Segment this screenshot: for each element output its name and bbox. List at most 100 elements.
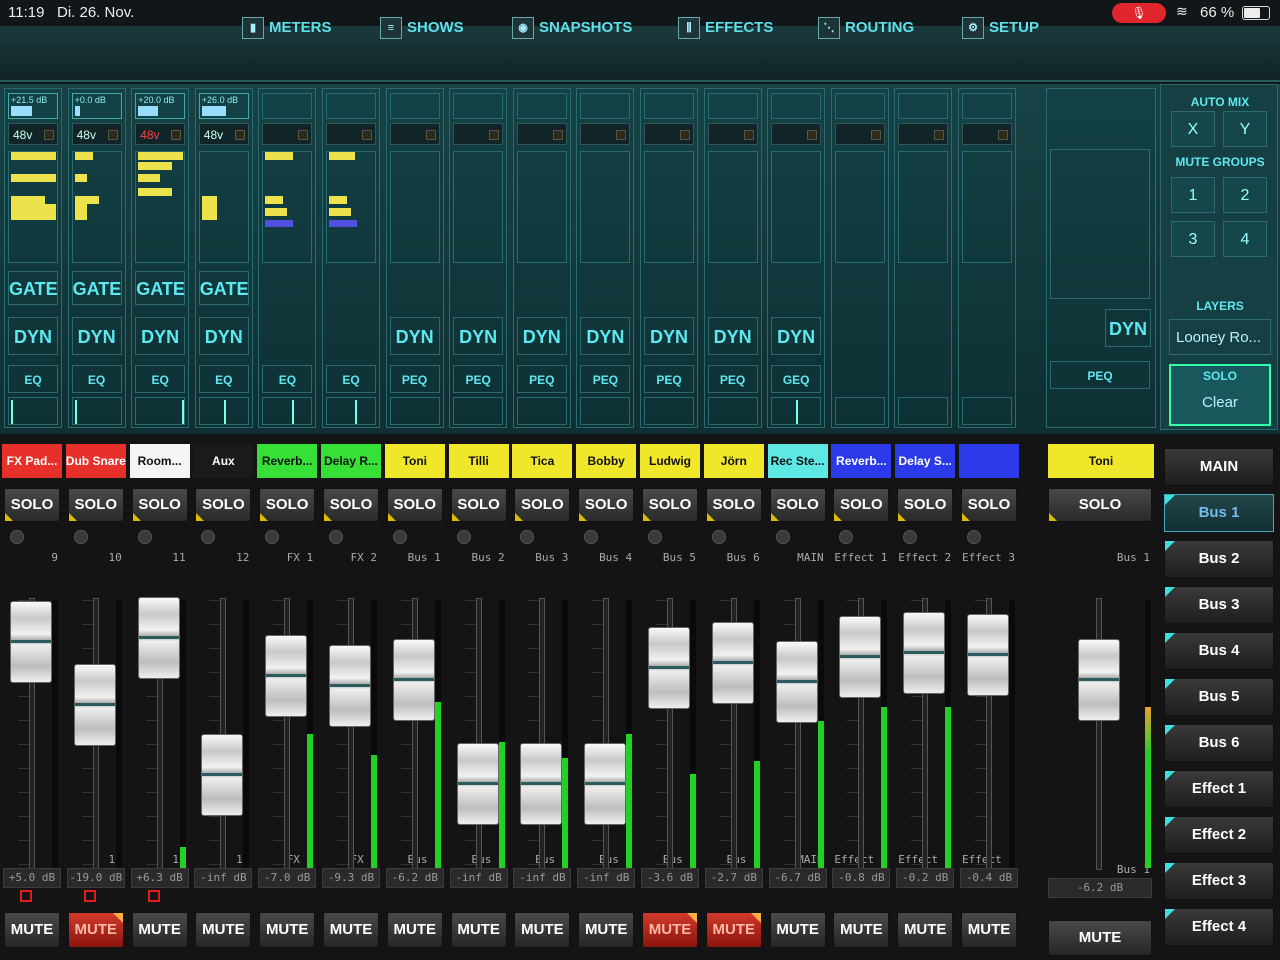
- pan-knob[interactable]: [392, 530, 407, 544]
- gain-control[interactable]: +26.0 dB: [198, 93, 249, 119]
- dynamics-button[interactable]: DYN: [389, 317, 440, 355]
- channel-name-label[interactable]: Tilli: [448, 444, 509, 478]
- channel-fader[interactable]: [201, 733, 244, 816]
- nav-setup-button[interactable]: ⚙ SETUP: [962, 14, 1039, 42]
- polarity-indicator[interactable]: [171, 130, 182, 140]
- dynamics-button[interactable]: DYN: [453, 317, 504, 355]
- channel-fader[interactable]: [520, 743, 563, 826]
- channel-select-indicator[interactable]: [20, 890, 32, 902]
- dynamics-button[interactable]: DYN: [580, 317, 631, 355]
- nav-shows-button[interactable]: ≡ SHOWS: [380, 14, 464, 42]
- bus-bus-6-button[interactable]: Bus 6: [1164, 724, 1274, 762]
- pan-control[interactable]: [771, 397, 822, 425]
- eq-button[interactable]: GEQ: [771, 365, 822, 393]
- pan-control[interactable]: [962, 397, 1012, 425]
- automix-x-button[interactable]: X: [1171, 111, 1215, 147]
- solo-button[interactable]: SOLO: [67, 488, 124, 522]
- eq-button[interactable]: EQ: [71, 365, 122, 393]
- bus-effect-4-button[interactable]: Effect 4: [1164, 908, 1274, 946]
- gain-control[interactable]: [962, 93, 1012, 119]
- phantom-power-toggle[interactable]: [326, 123, 376, 145]
- phantom-power-toggle[interactable]: 48v: [198, 123, 249, 145]
- channel-name-label[interactable]: Toni: [384, 444, 445, 478]
- mute-button[interactable]: MUTE: [642, 912, 698, 948]
- mute-group-2-button[interactable]: 2: [1223, 177, 1267, 213]
- gate-button[interactable]: GATE: [8, 271, 58, 305]
- dynamics-button[interactable]: DYN: [707, 317, 758, 355]
- polarity-indicator[interactable]: [552, 130, 563, 140]
- polarity-indicator[interactable]: [616, 130, 627, 140]
- channel-name-label[interactable]: Room...: [129, 444, 190, 478]
- pan-knob[interactable]: [967, 530, 981, 544]
- channel-select-indicator[interactable]: [83, 890, 96, 902]
- solo-button[interactable]: SOLO: [769, 488, 826, 522]
- nav-routing-button[interactable]: ⋱ ROUTING: [818, 14, 914, 42]
- solo-button[interactable]: SOLO: [514, 488, 571, 522]
- solo-button[interactable]: SOLO: [833, 488, 890, 522]
- automix-y-button[interactable]: Y: [1223, 111, 1267, 147]
- master-dynamics-button[interactable]: DYN: [1105, 309, 1151, 347]
- gain-control[interactable]: [707, 93, 758, 119]
- gain-control[interactable]: +0.0 dB: [71, 93, 122, 119]
- polarity-indicator[interactable]: [807, 130, 818, 140]
- channel-fader[interactable]: [775, 640, 818, 723]
- pan-control[interactable]: [198, 397, 249, 425]
- phantom-power-toggle[interactable]: [262, 123, 313, 145]
- polarity-indicator[interactable]: [234, 130, 245, 140]
- eq-button[interactable]: PEQ: [516, 365, 567, 393]
- pan-control[interactable]: [453, 397, 504, 425]
- phantom-power-toggle[interactable]: [389, 123, 440, 145]
- channel-name-label[interactable]: Dub Snare: [65, 444, 126, 478]
- pan-knob[interactable]: [456, 530, 471, 544]
- polarity-indicator[interactable]: [425, 130, 436, 140]
- phantom-power-toggle[interactable]: [644, 123, 694, 145]
- pan-control[interactable]: [516, 397, 567, 425]
- bus-bus-5-button[interactable]: Bus 5: [1164, 678, 1274, 716]
- pan-knob[interactable]: [10, 530, 24, 544]
- pan-knob[interactable]: [137, 530, 152, 544]
- polarity-indicator[interactable]: [489, 130, 500, 140]
- eq-button[interactable]: PEQ: [707, 365, 758, 393]
- polarity-indicator[interactable]: [298, 130, 309, 140]
- gain-control[interactable]: [516, 93, 567, 119]
- solo-button[interactable]: SOLO: [705, 488, 762, 522]
- eq-button[interactable]: EQ: [262, 365, 313, 393]
- eq-button[interactable]: PEQ: [644, 365, 694, 393]
- eq-button[interactable]: PEQ: [389, 365, 440, 393]
- channel-name-label[interactable]: Delay S...: [895, 444, 956, 478]
- mute-button[interactable]: MUTE: [131, 912, 188, 948]
- solo-button[interactable]: SOLO: [450, 488, 507, 522]
- pan-control[interactable]: [262, 397, 313, 425]
- channel-select-indicator[interactable]: [147, 890, 160, 902]
- solo-button[interactable]: SOLO: [131, 488, 188, 522]
- gain-control[interactable]: [580, 93, 631, 119]
- gain-control[interactable]: [644, 93, 694, 119]
- master-mute-button[interactable]: MUTE: [1048, 920, 1152, 956]
- phantom-power-toggle[interactable]: [516, 123, 567, 145]
- channel-fader[interactable]: [456, 743, 499, 826]
- channel-fader[interactable]: [392, 638, 435, 721]
- channel-fader[interactable]: [329, 644, 371, 727]
- solo-button[interactable]: SOLO: [961, 488, 1017, 522]
- channel-fader[interactable]: [73, 663, 116, 746]
- pan-control[interactable]: [135, 397, 186, 425]
- eq-button[interactable]: EQ: [326, 365, 376, 393]
- solo-clear-button[interactable]: SOLO Clear: [1169, 364, 1271, 426]
- layer-selector[interactable]: Looney Ro...: [1169, 319, 1271, 355]
- dynamics-button[interactable]: DYN: [644, 317, 694, 355]
- phantom-power-toggle[interactable]: [453, 123, 504, 145]
- mute-button[interactable]: MUTE: [833, 912, 890, 948]
- channel-name-label[interactable]: Rec Ste...: [767, 444, 828, 478]
- pan-knob[interactable]: [711, 530, 726, 544]
- pan-control[interactable]: [8, 397, 58, 425]
- channel-name-label[interactable]: Aux: [193, 444, 254, 478]
- gate-button[interactable]: GATE: [198, 271, 249, 305]
- mute-button[interactable]: MUTE: [323, 912, 379, 948]
- pan-knob[interactable]: [775, 530, 790, 544]
- pan-control[interactable]: [389, 397, 440, 425]
- eq-button[interactable]: EQ: [8, 365, 58, 393]
- dynamics-button[interactable]: DYN: [8, 317, 58, 355]
- bus-bus-1-button[interactable]: Bus 1: [1164, 494, 1274, 532]
- channel-name-label[interactable]: Reverb...: [257, 444, 318, 478]
- dynamics-button[interactable]: DYN: [198, 317, 249, 355]
